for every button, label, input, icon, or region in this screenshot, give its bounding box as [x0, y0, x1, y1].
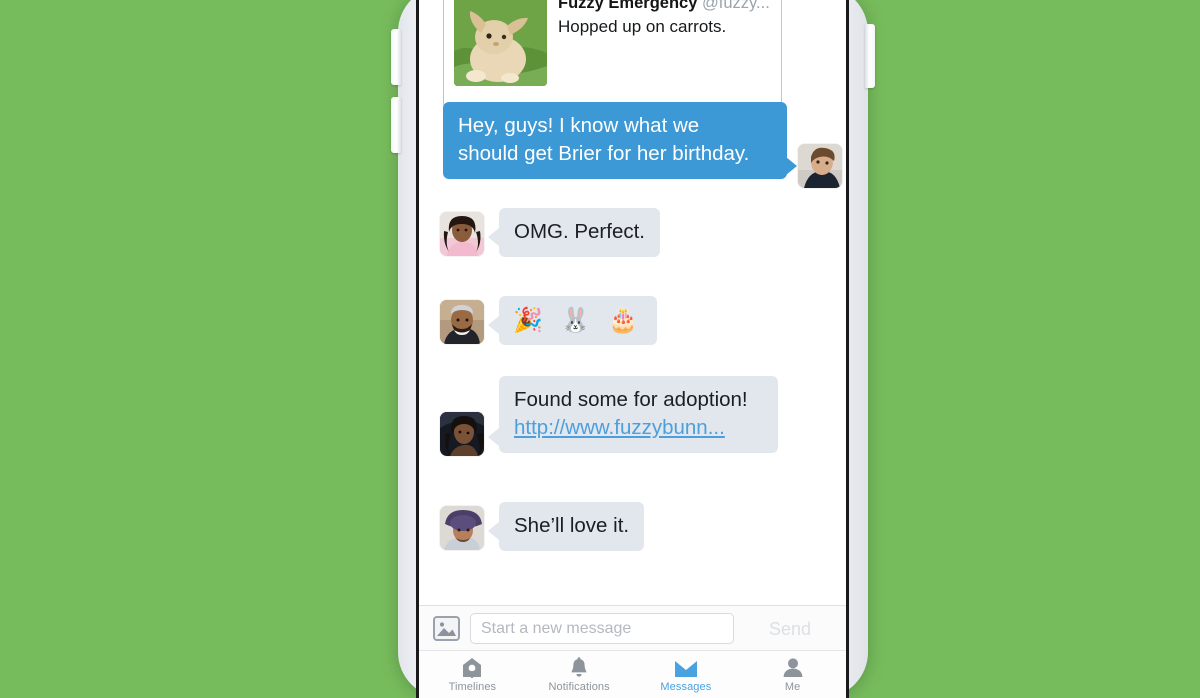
- birdhouse-icon: [461, 657, 483, 679]
- envelope-icon: [674, 657, 698, 679]
- conversation-list[interactable]: Fuzzy Emergency @fuzzy... Hopped up on c…: [419, 0, 846, 605]
- message-composer: Send: [419, 605, 846, 651]
- bubble-tail: [488, 522, 499, 540]
- person-icon: [782, 657, 804, 679]
- phone-bezel-right: [846, 0, 849, 698]
- message-row-incoming: 🎉 🐰 🎂: [419, 296, 846, 352]
- volume-down-button[interactable]: [391, 97, 401, 153]
- message-row-incoming: Found some for adoption! http://www.fuzz…: [419, 376, 846, 466]
- message-text: She’ll love it.: [514, 514, 630, 537]
- bunny-photo: [454, 0, 547, 86]
- bell-icon: [568, 656, 590, 679]
- message-bubble-incoming[interactable]: OMG. Perfect.: [499, 208, 660, 257]
- tab-label: Notifications: [548, 680, 610, 693]
- bubble-tail: [488, 228, 499, 246]
- message-bubble-incoming[interactable]: Found some for adoption! http://www.fuzz…: [499, 376, 778, 453]
- avatar[interactable]: [440, 506, 484, 550]
- photo-icon[interactable]: [433, 616, 460, 641]
- tweet-attachment-card[interactable]: Fuzzy Emergency @fuzzy... Hopped up on c…: [443, 0, 782, 107]
- message-row-incoming: OMG. Perfect.: [419, 208, 846, 264]
- bubble-tail: [488, 428, 499, 446]
- tweet-author-line: Fuzzy Emergency @fuzzy...: [558, 0, 773, 13]
- power-button[interactable]: [865, 24, 875, 88]
- tweet-body-text: Hopped up on carrots.: [558, 17, 727, 36]
- message-text: OMG. Perfect.: [514, 220, 645, 243]
- tweet-author-name: Fuzzy Emergency: [558, 0, 698, 12]
- tab-label: Messages: [660, 680, 712, 693]
- tab-label: Timelines: [448, 680, 497, 693]
- avatar[interactable]: [440, 412, 484, 456]
- message-row-incoming: She’ll love it.: [419, 502, 846, 558]
- volume-up-button[interactable]: [391, 29, 401, 85]
- send-button[interactable]: Send: [744, 613, 836, 644]
- bubble-tail: [488, 316, 499, 334]
- bottom-tab-bar: Timelines Notifications Messages Me: [419, 650, 846, 698]
- message-text: Found some for adoption!: [514, 388, 748, 411]
- message-row-outgoing: Hey, guys! I know what we should get Bri…: [419, 102, 846, 188]
- avatar[interactable]: [440, 212, 484, 256]
- search-input[interactable]: [470, 613, 734, 644]
- phone-device: Fuzzy Emergency @fuzzy... Hopped up on c…: [391, 0, 875, 698]
- phone-screen: Fuzzy Emergency @fuzzy... Hopped up on c…: [419, 0, 846, 698]
- message-bubble-incoming[interactable]: 🎉 🐰 🎂: [499, 296, 657, 345]
- tab-label: Me: [784, 680, 801, 693]
- tweet-author-handle: @fuzzy...: [701, 0, 770, 12]
- avatar[interactable]: [798, 144, 842, 188]
- avatar[interactable]: [440, 300, 484, 344]
- message-bubble-outgoing[interactable]: Hey, guys! I know what we should get Bri…: [443, 102, 787, 179]
- message-link[interactable]: http://www.fuzzybunn...: [514, 414, 763, 442]
- bubble-tail: [786, 157, 797, 175]
- message-bubble-incoming[interactable]: She’ll love it.: [499, 502, 645, 551]
- message-text-emoji: 🎉 🐰 🎂: [513, 306, 643, 334]
- message-text: Hey, guys! I know what we should get Bri…: [458, 114, 750, 165]
